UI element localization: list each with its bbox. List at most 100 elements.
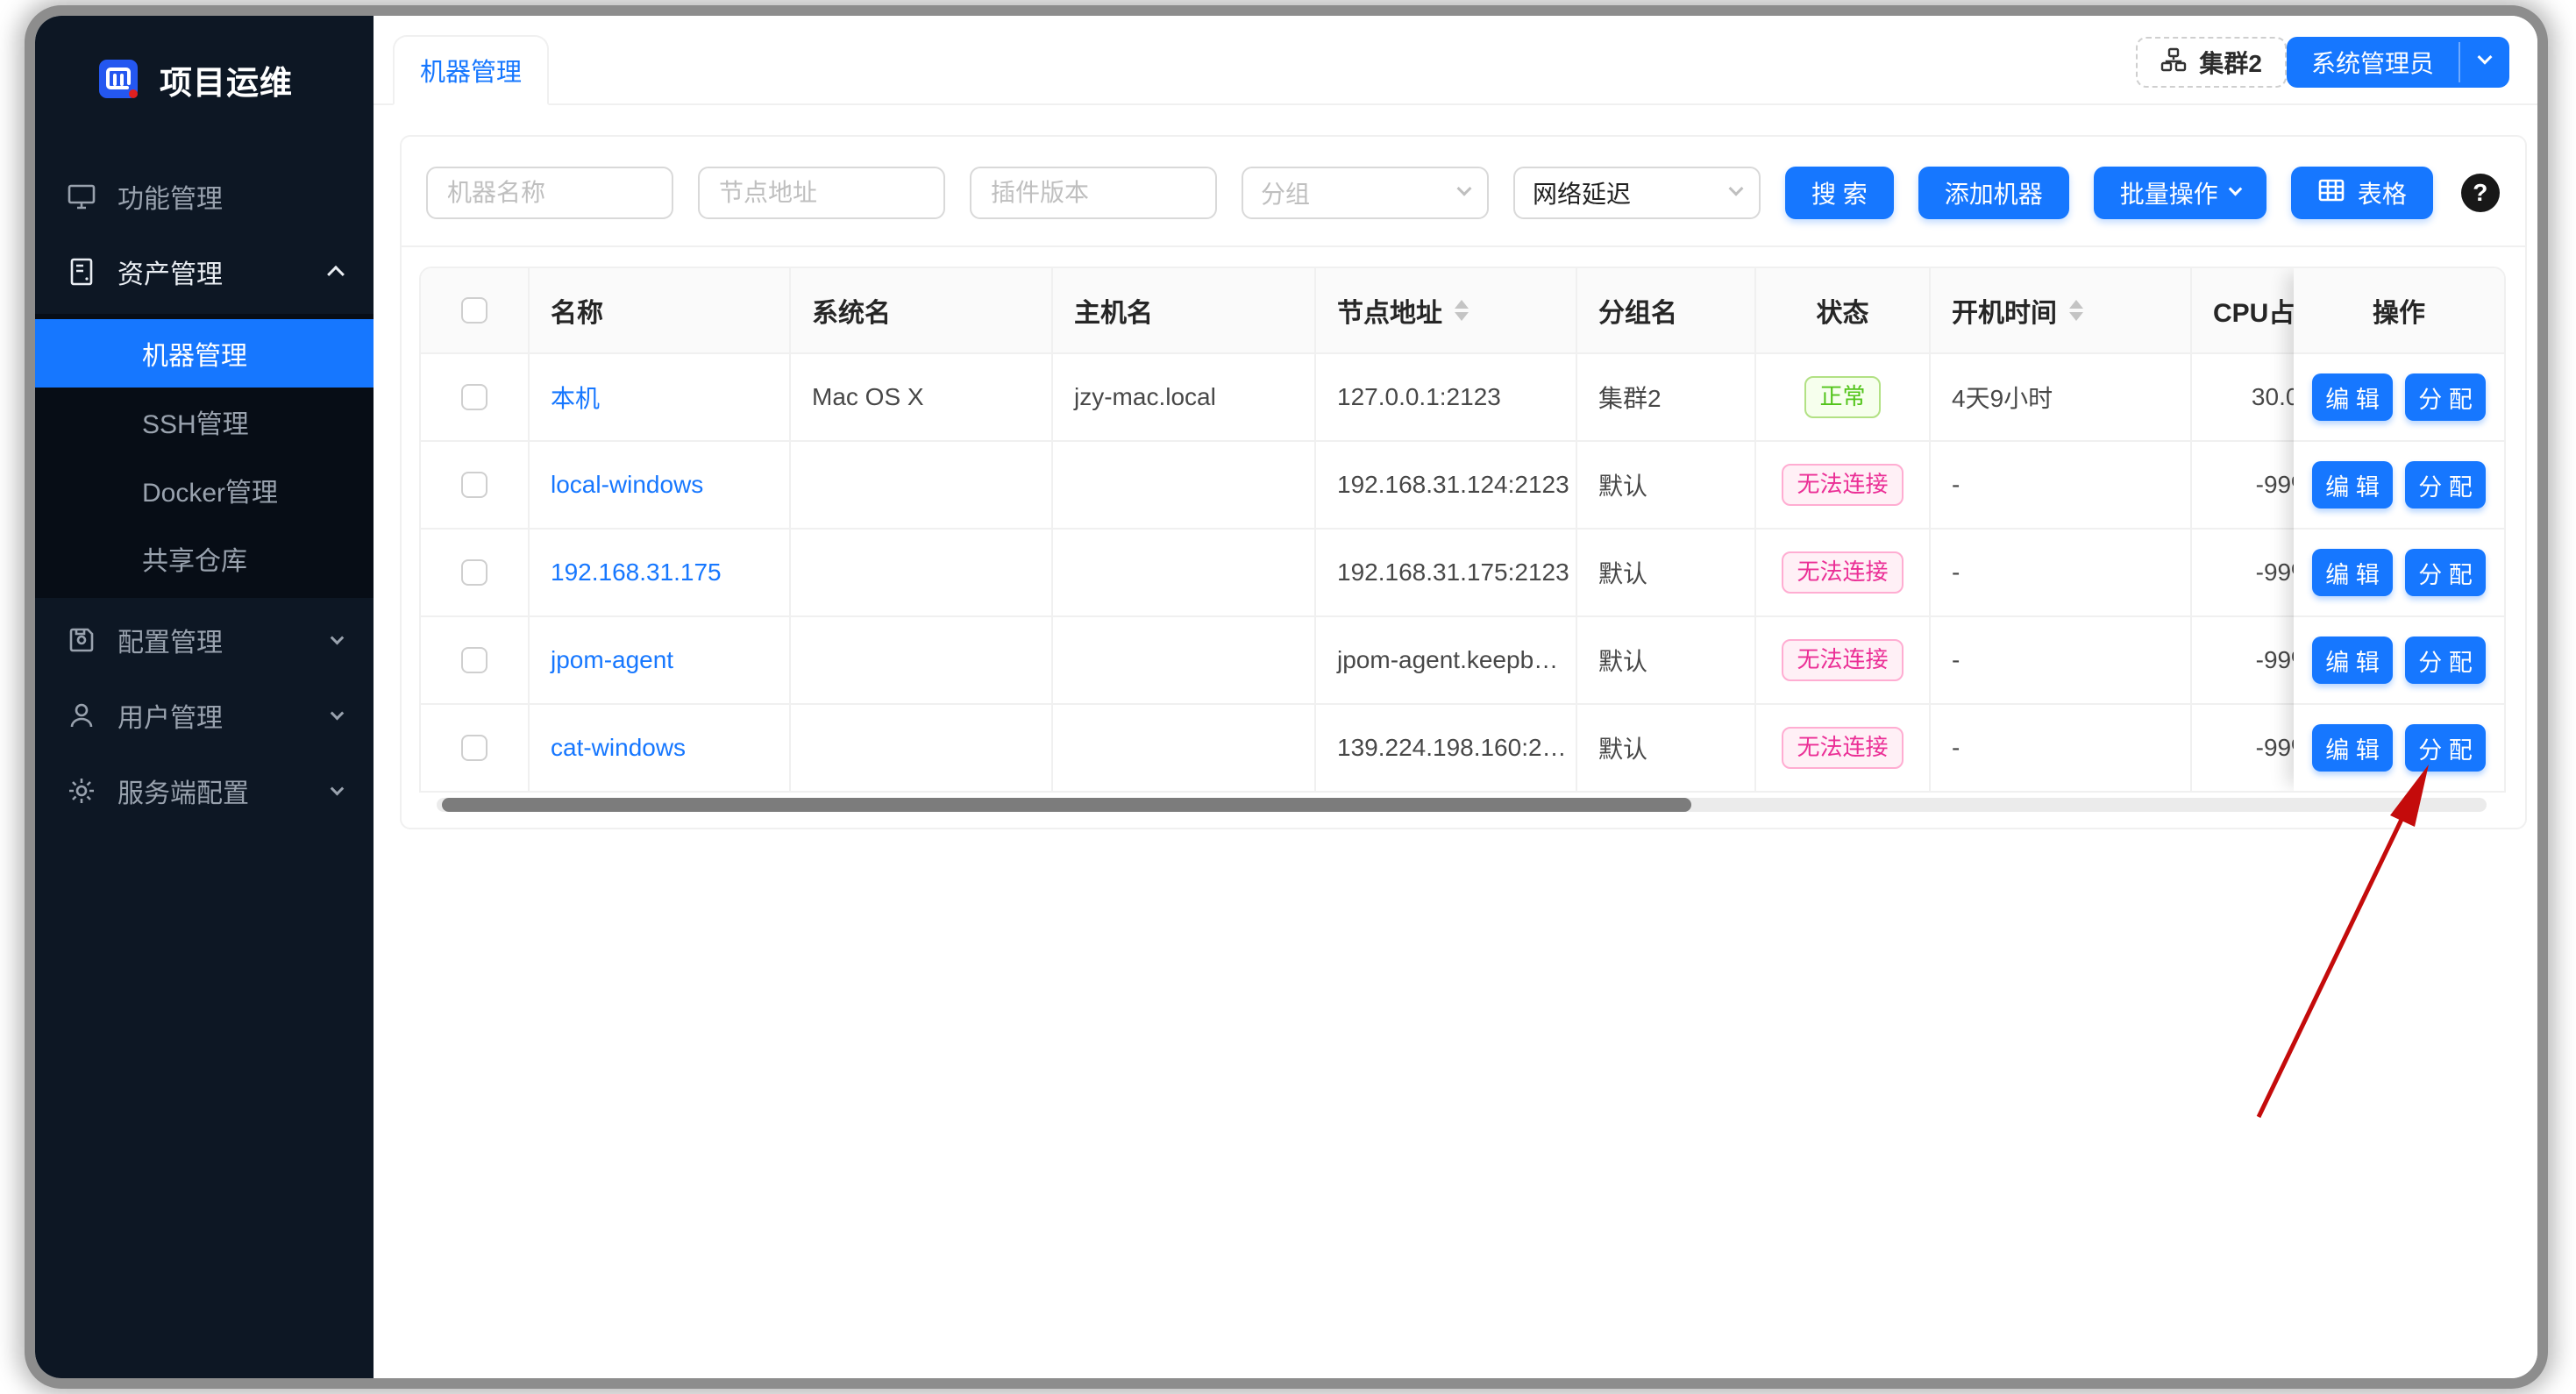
user-name-label: 系统管理员 (2287, 37, 2459, 88)
row-checkbox[interactable] (461, 735, 487, 761)
sidebar-item-shared-repo[interactable]: 共享仓库 (35, 524, 374, 593)
assign-button[interactable]: 分 配 (2405, 724, 2486, 772)
button-label: 搜 索 (1811, 175, 1868, 210)
boot-cell: - (1931, 440, 2192, 528)
network-latency-select[interactable]: 网络延迟 (1513, 167, 1761, 219)
sidebar-item-user-mgmt[interactable]: 用户管理 (35, 682, 374, 749)
sidebar-item-label: 服务端配置 (117, 772, 311, 810)
button-label: 批量操作 (2120, 175, 2218, 210)
node-cell: jpom-agent.keepb… (1316, 615, 1577, 703)
sidebar-item-label: 共享仓库 (142, 539, 247, 578)
filter-toolbar: 分组 网络延迟 搜 索 添加机器 批量操作 (402, 137, 2525, 245)
user-dropdown-caret[interactable] (2460, 37, 2509, 88)
edit-button[interactable]: 编 辑 (2312, 461, 2393, 509)
assign-button[interactable]: 分 配 (2405, 637, 2486, 684)
boot-cell: - (1931, 703, 2192, 791)
col-status: 状态 (1756, 268, 1931, 352)
sidebar-item-label: 用户管理 (117, 696, 311, 735)
status-badge: 无法连接 (1782, 727, 1903, 769)
machine-name-link[interactable]: cat-windows (551, 734, 686, 762)
chevron-down-icon (2229, 181, 2243, 196)
logo-row: 项目运维 (35, 16, 374, 103)
group-cell: 默认 (1577, 440, 1756, 528)
col-boot-sortable[interactable]: 开机时间 (1931, 268, 2192, 352)
chevron-down-icon (331, 630, 345, 644)
sidebar: 项目运维 功能管理 资产管理 (35, 16, 374, 1378)
system-cell (791, 440, 1053, 528)
machine-name-link[interactable]: 192.168.31.175 (551, 558, 722, 587)
sidebar-item-function-mgmt[interactable]: 功能管理 (35, 163, 374, 230)
batch-actions-button[interactable]: 批量操作 (2094, 167, 2266, 219)
chevron-down-icon (2478, 50, 2493, 65)
tab-bar: 机器管理 集群2 系统管理员 (374, 16, 2541, 105)
table-row: 192.168.31.175 192.168.31.175:2123 默认 无法… (421, 528, 2504, 615)
chevron-down-icon (331, 706, 345, 720)
chevron-down-icon (331, 781, 345, 795)
node-cell: 139.224.198.160:2… (1316, 703, 1577, 791)
node-address-input[interactable] (698, 167, 945, 219)
col-node-sortable[interactable]: 节点地址 (1316, 268, 1577, 352)
select-value: 分组 (1261, 175, 1310, 210)
edit-button[interactable]: 编 辑 (2312, 373, 2393, 421)
sidebar-item-label: SSH管理 (142, 402, 249, 441)
app-window: 项目运维 功能管理 资产管理 (25, 5, 2548, 1389)
add-machine-button[interactable]: 添加机器 (1918, 167, 2069, 219)
col-group: 分组名 (1577, 268, 1756, 352)
machine-list-card: 分组 网络延迟 搜 索 添加机器 批量操作 (400, 135, 2527, 829)
help-label: ? (2473, 179, 2487, 207)
main-area: 机器管理 集群2 系统管理员 (374, 16, 2541, 1378)
button-label: 添加机器 (1945, 175, 2043, 210)
search-button[interactable]: 搜 索 (1785, 167, 1894, 219)
cluster-label: 集群2 (2199, 45, 2262, 80)
user-menu-button[interactable]: 系统管理员 (2287, 37, 2509, 88)
assign-button[interactable]: 分 配 (2405, 549, 2486, 596)
help-icon[interactable]: ? (2461, 174, 2500, 212)
group-cell: 默认 (1577, 703, 1756, 791)
gear-icon (67, 776, 96, 806)
sidebar-item-docker-mgmt[interactable]: Docker管理 (35, 456, 374, 524)
host-cell (1053, 528, 1316, 615)
status-badge: 无法连接 (1782, 464, 1903, 506)
scrollbar-thumb[interactable] (442, 798, 1691, 812)
sidebar-item-machine-mgmt[interactable]: 机器管理 (35, 319, 374, 388)
card-divider (402, 245, 2525, 247)
table-view-button[interactable]: 表格 (2291, 167, 2433, 219)
sidebar-item-config-mgmt[interactable]: 配置管理 (35, 607, 374, 673)
page-content: 分组 网络延迟 搜 索 添加机器 批量操作 (374, 105, 2541, 1378)
assign-button[interactable]: 分 配 (2405, 373, 2486, 421)
machines-table-zone: 名称 系统名 主机名 节点地址 分组名 状态 开机时间 (419, 267, 2506, 812)
host-cell (1053, 703, 1316, 791)
machine-name-link[interactable]: local-windows (551, 471, 703, 499)
col-host: 主机名 (1053, 268, 1316, 352)
edit-button[interactable]: 编 辑 (2312, 637, 2393, 684)
sidebar-item-asset-mgmt[interactable]: 资产管理 (35, 238, 374, 305)
edit-button[interactable]: 编 辑 (2312, 549, 2393, 596)
machine-name-input[interactable] (426, 167, 673, 219)
system-cell (791, 615, 1053, 703)
row-checkbox[interactable] (461, 647, 487, 673)
tab-machine-mgmt[interactable]: 机器管理 (393, 35, 549, 105)
row-checkbox[interactable] (461, 384, 487, 410)
host-cell (1053, 615, 1316, 703)
user-icon (67, 701, 96, 730)
row-checkbox[interactable] (461, 472, 487, 498)
header-actions: 集群2 系统管理员 (2136, 37, 2509, 88)
sidebar-item-ssh-mgmt[interactable]: SSH管理 (35, 388, 374, 456)
table-row: local-windows 192.168.31.124:2123 默认 无法连… (421, 440, 2504, 528)
select-all-checkbox[interactable] (461, 297, 487, 324)
horizontal-scrollbar[interactable] (437, 798, 2487, 812)
table-grid-icon (2317, 176, 2345, 210)
sidebar-item-label: 机器管理 (142, 334, 247, 373)
machine-name-link[interactable]: jpom-agent (551, 646, 673, 674)
sidebar-item-server-config[interactable]: 服务端配置 (35, 757, 374, 824)
assign-button[interactable]: 分 配 (2405, 461, 2486, 509)
chevron-up-icon (327, 266, 345, 283)
row-checkbox[interactable] (461, 559, 487, 586)
group-select[interactable]: 分组 (1242, 167, 1489, 219)
status-badge: 正常 (1804, 376, 1880, 418)
machine-name-link[interactable]: 本机 (551, 380, 600, 415)
operations-fixed-column: 操作 编 辑 分 配 编 辑 分 配 编 辑 分 配 (2294, 268, 2504, 791)
edit-button[interactable]: 编 辑 (2312, 724, 2393, 772)
plugin-version-input[interactable] (970, 167, 1217, 219)
cluster-button[interactable]: 集群2 (2136, 37, 2287, 88)
